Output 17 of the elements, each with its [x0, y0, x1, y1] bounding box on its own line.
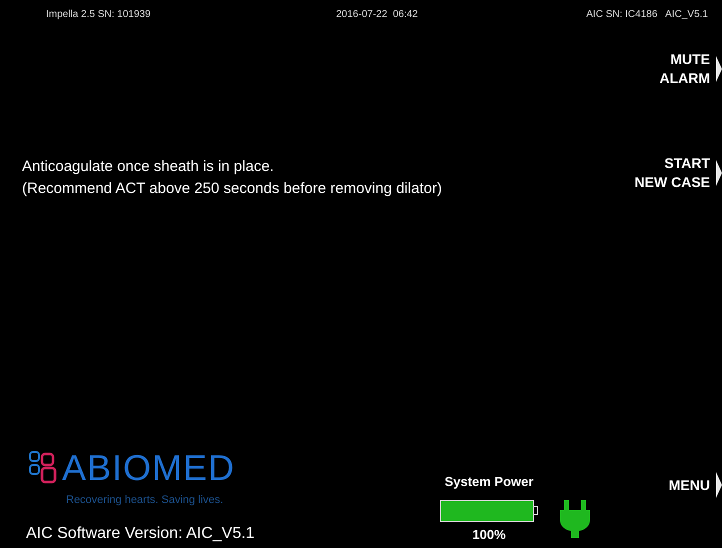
triangle-icon	[716, 56, 722, 82]
soft-key[interactable]: MUTE ALARM	[630, 50, 722, 88]
soft-key[interactable]: MENU	[630, 472, 722, 498]
pump-serial: Impella 2.5 SN: 101939	[46, 8, 152, 22]
instruction-text: Anticoagulate once sheath is in place.	[22, 157, 275, 177]
power-title: System Power	[444, 473, 534, 491]
triangle-icon	[716, 472, 722, 498]
instruction-text: (Recommend ACT above 250 seconds before removing dilator)	[22, 179, 443, 199]
soft-key[interactable]: START NEW CASE	[630, 154, 722, 192]
logo-wordmark: ABIOMED	[62, 450, 236, 486]
battery-percent: 100%	[472, 526, 506, 544]
date-time: 2016-07-22 06:42	[336, 8, 418, 22]
controller-serial: AIC SN: IC4186 AIC_V5.1	[585, 8, 708, 22]
software-version: AIC Software Version: AIC_V5.1	[26, 524, 255, 544]
triangle-icon	[716, 160, 722, 186]
logo-icon	[28, 450, 58, 486]
logo-tagline: Recovering hearts. Saving lives.	[66, 492, 224, 508]
